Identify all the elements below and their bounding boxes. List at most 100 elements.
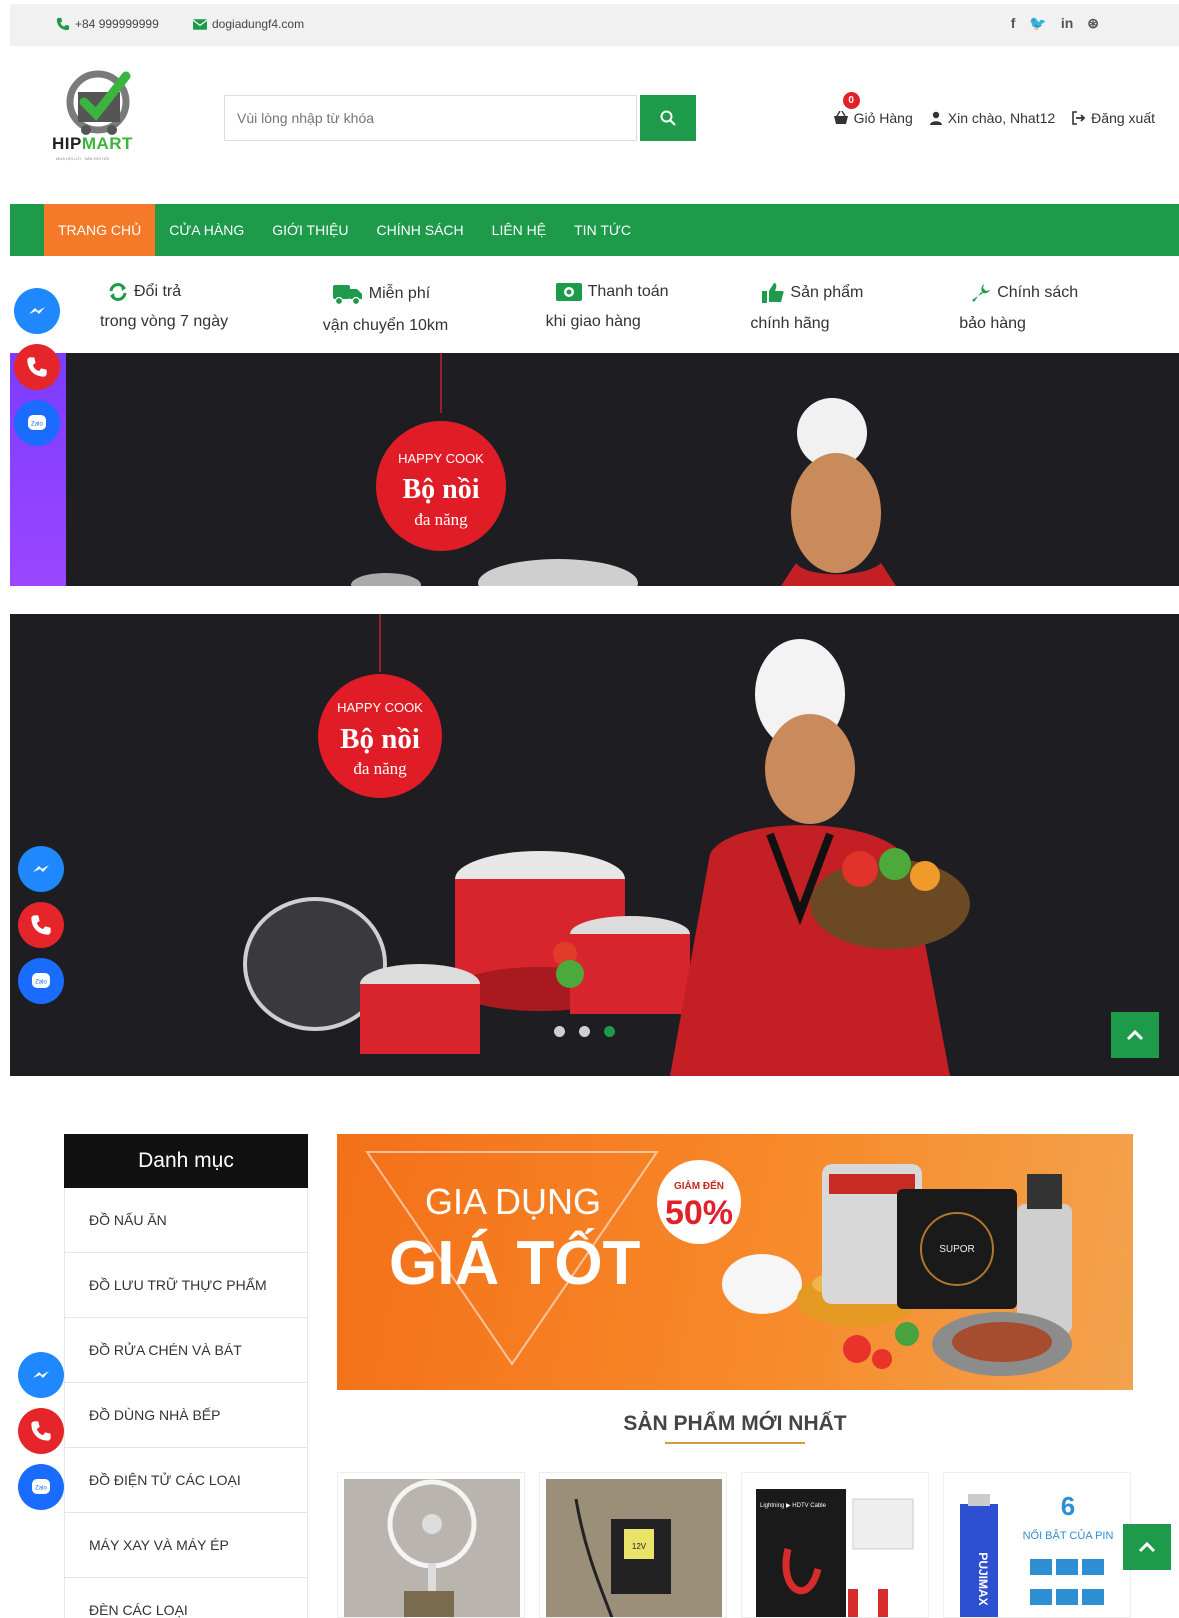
category-title: Danh mục bbox=[64, 1134, 308, 1188]
feature-shipping: Miễn phí vận chuyển 10km bbox=[322, 285, 449, 334]
main-nav: TRANG CHỦ CỬA HÀNG GIỚI THIỆU CHÍNH SÁCH… bbox=[10, 204, 1179, 256]
nav-news[interactable]: TIN TỨC bbox=[560, 204, 645, 256]
logout-link[interactable]: Đăng xuất bbox=[1071, 110, 1155, 126]
nav-contact[interactable]: LIÊN HỆ bbox=[478, 204, 560, 256]
cart-link[interactable]: 0 Giỏ Hàng bbox=[833, 92, 913, 126]
refresh-icon bbox=[109, 283, 127, 301]
category-item[interactable]: ĐỒ ĐIỆN TỬ CÁC LOẠI bbox=[64, 1448, 308, 1513]
nav-store[interactable]: CỬA HÀNG bbox=[155, 204, 258, 256]
account-link[interactable]: Xin chào, Nhat12 bbox=[929, 110, 1055, 126]
promo-badge-top: GIẢM ĐẾN bbox=[674, 1179, 724, 1192]
promo-badge-value: 50% bbox=[665, 1194, 733, 1232]
scroll-top-button[interactable] bbox=[1111, 1012, 1159, 1058]
product-card[interactable]: PUJIMAX 6 NỔI BẬT CỦA PIN bbox=[943, 1472, 1131, 1618]
hero-banner-top[interactable]: HAPPY COOK Bộ nồi đa năng bbox=[66, 353, 1179, 586]
chevron-up-icon bbox=[1126, 1029, 1144, 1041]
search-button[interactable] bbox=[640, 95, 696, 141]
nav-policy[interactable]: CHÍNH SÁCH bbox=[363, 204, 478, 256]
floating-contact-group: Zalo bbox=[18, 1352, 64, 1510]
phone-icon bbox=[31, 1421, 51, 1441]
battery-brand: PUJIMAX bbox=[976, 1552, 990, 1605]
category-item[interactable]: MÁY XAY VÀ MÁY ÉP bbox=[64, 1513, 308, 1578]
money-icon bbox=[555, 283, 582, 301]
wrench-icon bbox=[972, 284, 991, 302]
zalo-icon: Zalo bbox=[28, 415, 46, 430]
product-card[interactable]: 12V bbox=[539, 1472, 727, 1618]
logo-text: HIPMART bbox=[52, 134, 133, 153]
promo-appliances-image: GIA DỤNG GIÁ TỐT GIẢM ĐẾN 50% SUPOR bbox=[365, 1151, 1072, 1376]
messenger-button[interactable] bbox=[18, 1352, 64, 1398]
category-item[interactable]: ĐỒ LƯU TRỮ THỰC PHẨM bbox=[64, 1253, 308, 1318]
slider-dots bbox=[554, 1026, 615, 1037]
zalo-button[interactable]: Zalo bbox=[14, 400, 60, 446]
product-fan-image bbox=[344, 1479, 520, 1617]
messenger-button[interactable] bbox=[14, 288, 60, 334]
facebook-icon[interactable]: f bbox=[1011, 15, 1016, 32]
category-sidebar: Danh mục ĐỒ NẤU ĂN ĐỒ LƯU TRỮ THỰC PHẨM … bbox=[64, 1134, 308, 1618]
sign-out-icon bbox=[1072, 111, 1086, 125]
feature-warranty: Chính sách bảo hàng bbox=[959, 284, 1079, 332]
adapter-label: 12V bbox=[632, 1542, 647, 1551]
messenger-icon bbox=[33, 865, 49, 872]
battery-feature-number: 6 bbox=[1061, 1491, 1075, 1521]
envelope-icon bbox=[193, 18, 207, 30]
feature-return: Đổi trả trong vòng 7 ngày bbox=[100, 283, 229, 330]
search-input[interactable] bbox=[225, 96, 636, 140]
slider-dot-active[interactable] bbox=[604, 1026, 615, 1037]
header-actions: 0 Giỏ Hàng Xin chào, Nhat12 Đăng xuất bbox=[833, 92, 1155, 126]
search-icon bbox=[660, 110, 676, 126]
greeting-text: Xin chào, Nhat12 bbox=[947, 110, 1056, 126]
nav-home[interactable]: TRANG CHỦ bbox=[44, 204, 156, 256]
section-title: SẢN PHẨM MỚI NHẤT bbox=[623, 1412, 847, 1435]
call-button[interactable] bbox=[14, 344, 60, 390]
twitter-icon[interactable]: 🐦 bbox=[1029, 15, 1046, 32]
topbar-phone[interactable]: +84 999999999 bbox=[56, 17, 159, 31]
topbar-email[interactable]: dogiadungf4.com bbox=[193, 17, 304, 31]
slider-dot[interactable] bbox=[579, 1026, 590, 1037]
zalo-button[interactable]: Zalo bbox=[18, 1464, 64, 1510]
nav-about[interactable]: GIỚI THIỆU bbox=[258, 204, 362, 256]
product-battery-image: PUJIMAX 6 NỔI BẬT CỦA PIN bbox=[950, 1479, 1126, 1617]
product-card[interactable]: Lightning ▶ HDTV Cable bbox=[741, 1472, 929, 1618]
promo-banner[interactable]: GIA DỤNG GIÁ TỐT GIẢM ĐẾN 50% SUPOR bbox=[337, 1134, 1133, 1390]
svg-text:Zalo: Zalo bbox=[31, 422, 43, 428]
call-button[interactable] bbox=[18, 1408, 64, 1454]
hero-banner-main[interactable]: HAPPY COOK Bộ nồi đa năng bbox=[10, 614, 1179, 1076]
battery-feature-label: NỔI BẬT CỦA PIN bbox=[1023, 1529, 1114, 1542]
cookware-chef-image: HAPPY COOK Bộ nồi đa năng bbox=[66, 353, 1179, 586]
zalo-button[interactable]: Zalo bbox=[18, 958, 64, 1004]
logo-tagline: MUA HỘI LỚI · SẢN HỘI HỘI bbox=[56, 156, 109, 161]
linkedin-icon[interactable]: in bbox=[1061, 15, 1073, 32]
product-adapter-image: 12V bbox=[546, 1479, 722, 1617]
slider-dot[interactable] bbox=[554, 1026, 565, 1037]
user-icon bbox=[929, 111, 942, 125]
banner-tag-top: HAPPY COOK bbox=[398, 451, 484, 466]
dribbble-icon[interactable]: ⊛ bbox=[1087, 15, 1099, 32]
phone-icon bbox=[27, 357, 47, 377]
promo-line1: GIA DỤNG bbox=[425, 1181, 601, 1222]
messenger-button[interactable] bbox=[18, 846, 64, 892]
floating-contact-group: Zalo bbox=[14, 288, 60, 446]
product-card[interactable] bbox=[337, 1472, 525, 1618]
banner2-tag-sub: đa năng bbox=[353, 759, 407, 778]
topbar: +84 999999999 dogiadungf4.com f 🐦 in ⊛ bbox=[10, 4, 1179, 46]
phone-text: +84 999999999 bbox=[75, 17, 159, 31]
phone-icon bbox=[56, 17, 70, 31]
scroll-top-button[interactable] bbox=[1123, 1524, 1171, 1570]
svg-text:Zalo: Zalo bbox=[35, 1486, 47, 1492]
category-item[interactable]: ĐÈN CÁC LOẠI bbox=[64, 1578, 308, 1618]
basket-icon bbox=[833, 111, 848, 124]
chevron-up-icon bbox=[1138, 1541, 1156, 1553]
category-item[interactable]: ĐỒ DÙNG NHÀ BẾP bbox=[64, 1383, 308, 1448]
header: HIPMART MUA HỘI LỚI · SẢN HỘI HỘI 0 Giỏ … bbox=[10, 46, 1179, 204]
banner2-tag-main: Bộ nồi bbox=[340, 723, 420, 755]
promo-line2: GIÁ TỐT bbox=[389, 1229, 641, 1298]
call-button[interactable] bbox=[18, 902, 64, 948]
email-text: dogiadungf4.com bbox=[212, 17, 305, 31]
category-item[interactable]: ĐỒ NẤU ĂN bbox=[64, 1188, 308, 1253]
category-item[interactable]: ĐỒ RỬA CHÉN VÀ BÁT bbox=[64, 1318, 308, 1383]
logout-text: Đăng xuất bbox=[1091, 110, 1155, 126]
phone-icon bbox=[31, 915, 51, 935]
cookware-chef-image: HAPPY COOK Bộ nồi đa năng bbox=[10, 614, 1179, 1076]
search-box bbox=[224, 95, 637, 141]
